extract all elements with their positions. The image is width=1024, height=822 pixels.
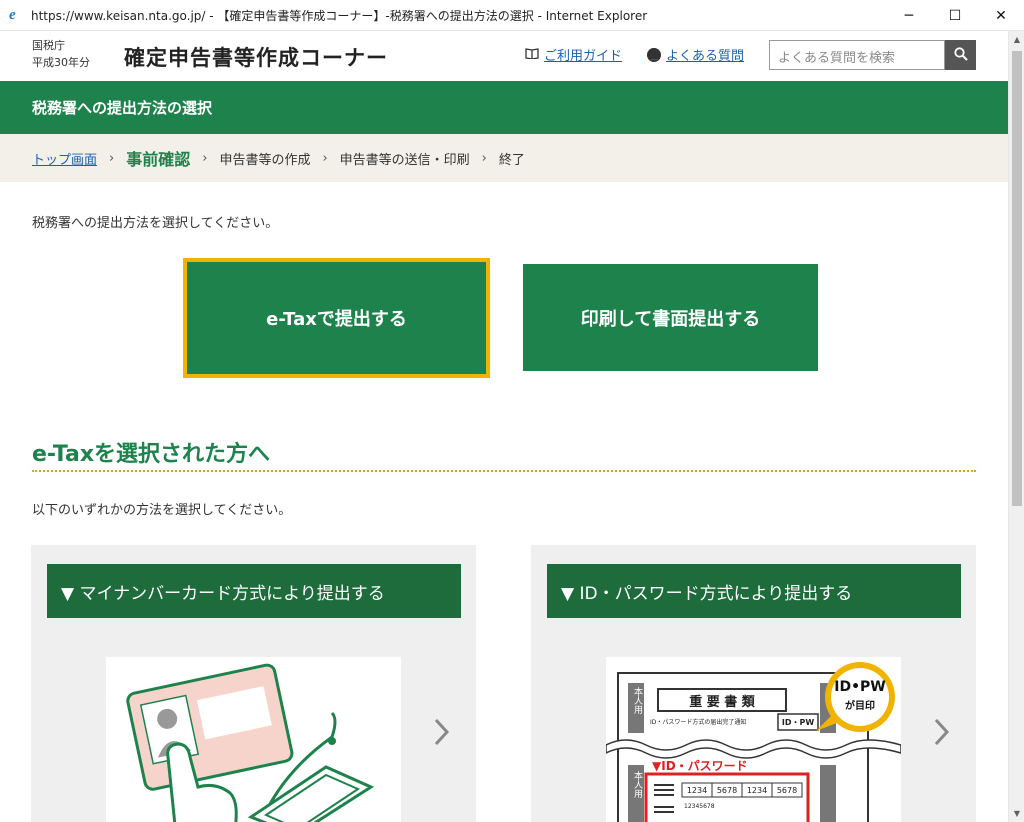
close-button[interactable]: ✕ [978, 0, 1024, 31]
site-header: 国税庁 平成30年分 確定申告書等作成コーナー ご利用ガイド ? よくある質問 … [0, 31, 1008, 81]
page-title: 税務署への提出方法の選択 [32, 99, 213, 117]
doc-title: 重 要 書 類 [689, 694, 755, 710]
minimize-button[interactable]: ─ [886, 0, 932, 31]
chevron-right-icon[interactable] [931, 715, 953, 749]
badge-line2: が目印 [845, 701, 875, 712]
breadcrumb-separator: › [109, 150, 115, 166]
instruction-text: 税務署への提出方法を選択してください。 [32, 216, 279, 231]
maximize-button[interactable]: ☐ [932, 0, 978, 31]
badge-line1: ID•PW [834, 679, 886, 695]
breadcrumb-step: 終了 [498, 152, 525, 168]
print-submit-button[interactable]: 印刷して書面提出する [523, 264, 818, 371]
etax-submit-label: e-Taxで提出する [266, 309, 407, 330]
pw-value: 1234 [686, 785, 708, 795]
breadcrumb-current-step: 事前確認 [126, 150, 191, 169]
pw-id: 12345678 [684, 803, 715, 810]
idpw-card-illustration: 重 要 書 類 ID・パスワード方式の届出完了通知 ID・PW ID•PW が目… [606, 657, 901, 822]
idpw-card-title[interactable]: ▼ ID・パスワード方式により提出する [547, 564, 961, 618]
guide-link-label[interactable]: ご利用ガイド [544, 45, 622, 64]
idpw-card[interactable]: ▼ ID・パスワード方式により提出する 重 要 書 類 ID・パスワード方式の届… [531, 545, 976, 822]
vertical-scrollbar[interactable]: ▲ ▼ [1008, 31, 1024, 822]
pw-value: 1234 [746, 785, 768, 795]
etax-submit-button[interactable]: e-Taxで提出する [183, 258, 490, 378]
mynumber-card-title[interactable]: ▼ マイナンバーカード方式により提出する [47, 564, 461, 618]
breadcrumb-top-link[interactable]: トップ画面 [32, 149, 97, 168]
question-icon: ? [647, 47, 661, 62]
pw-value: 5678 [776, 785, 798, 795]
breadcrumb-separator: › [481, 150, 487, 166]
search-button[interactable] [945, 40, 976, 70]
tax-year: 平成30年分 [32, 56, 90, 69]
pw-heading: ▼ID・パスワード [652, 759, 748, 773]
dotted-divider [32, 470, 976, 472]
faq-link[interactable]: ? よくある質問 [647, 45, 744, 64]
chevron-right-icon[interactable] [431, 715, 453, 749]
site-title[interactable]: 確定申告書等作成コーナー [124, 42, 388, 72]
agency-block: 国税庁 平成30年分 [32, 37, 90, 71]
doc-tag: ID・PW [781, 717, 815, 727]
breadcrumb-step: 申告書等の送信・印刷 [339, 152, 470, 168]
doc-subtitle: ID・パスワード方式の届出完了通知 [650, 719, 747, 726]
faq-search-input[interactable]: よくある質問を検索 [769, 40, 945, 70]
guide-link[interactable]: ご利用ガイド [525, 45, 622, 64]
side-label-bottom: 本人用 [632, 771, 642, 798]
scroll-thumb[interactable] [1012, 51, 1022, 506]
scroll-up-icon[interactable]: ▲ [1009, 31, 1024, 48]
mynumber-card[interactable]: ▼ マイナンバーカード方式により提出する [31, 545, 476, 822]
window-titlebar: e https://www.keisan.nta.go.jp/ - 【確定申告書… [0, 0, 1024, 31]
breadcrumb-separator: › [322, 150, 328, 166]
print-submit-label: 印刷して書面提出する [580, 308, 761, 330]
internet-explorer-icon: e [9, 7, 16, 23]
page-title-band: 税務署への提出方法の選択 [0, 81, 1008, 134]
agency-name: 国税庁 [32, 39, 65, 52]
search-icon [953, 46, 968, 65]
pw-value: 5678 [716, 785, 738, 795]
side-label-top: 本人用 [632, 687, 642, 714]
breadcrumb-step: 申告書等の作成 [219, 152, 311, 168]
section-heading: e-Taxを選択された方へ [32, 442, 271, 467]
breadcrumb: トップ画面 › 事前確認 › 申告書等の作成 › 申告書等の送信・印刷 › 終了 [0, 134, 1008, 182]
faq-link-label[interactable]: よくある質問 [666, 45, 744, 64]
book-icon [525, 47, 539, 63]
scroll-down-icon[interactable]: ▼ [1009, 805, 1024, 822]
page-viewport: 国税庁 平成30年分 確定申告書等作成コーナー ご利用ガイド ? よくある質問 … [0, 31, 1008, 822]
sub-instruction-text: 以下のいずれかの方法を選択してください。 [32, 503, 292, 518]
breadcrumb-separator: › [202, 150, 208, 166]
window-title: https://www.keisan.nta.go.jp/ - 【確定申告書等作… [31, 8, 648, 23]
mynumber-card-illustration [106, 657, 401, 822]
